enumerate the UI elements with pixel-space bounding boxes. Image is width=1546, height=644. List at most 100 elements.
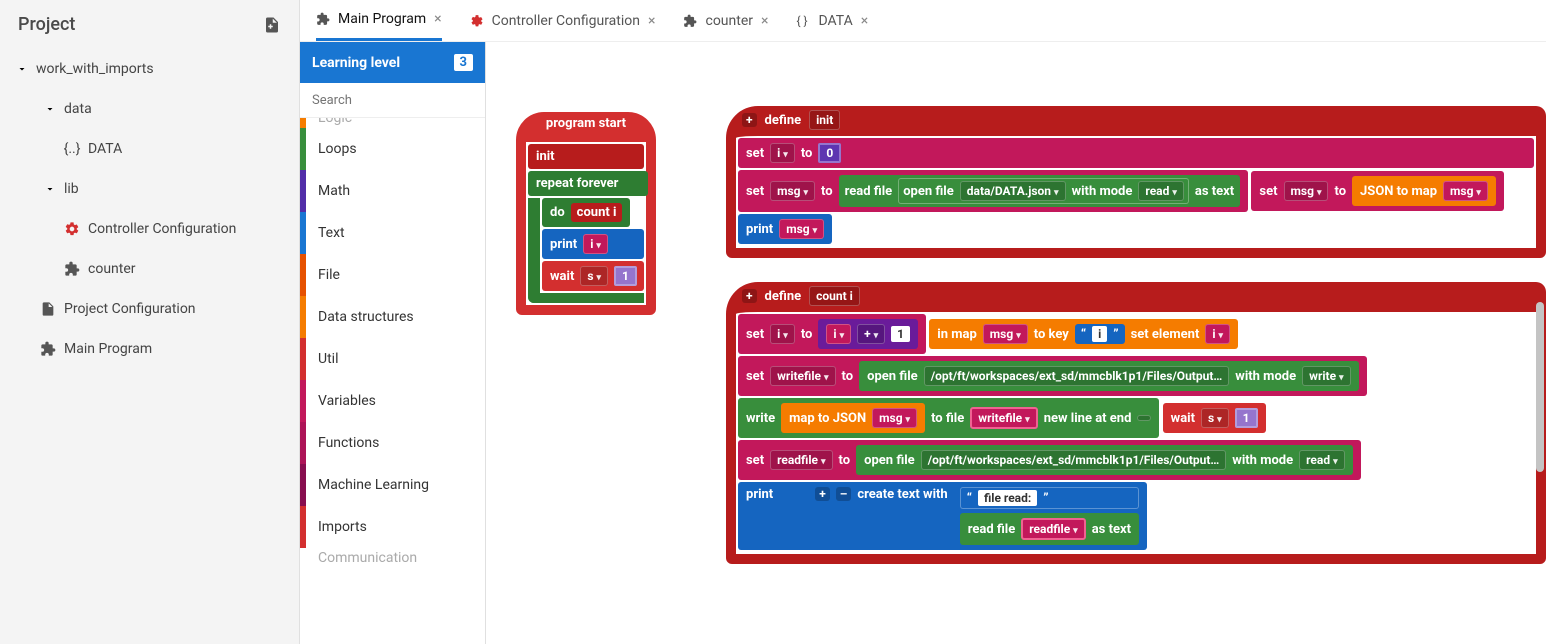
block-wait-2[interactable]: wait s ▾ 1	[1163, 403, 1266, 433]
block-print-createtext[interactable]: print + – create text with “file read:” …	[738, 482, 1147, 550]
toolbox-category-functions[interactable]: Functions	[300, 422, 485, 464]
block-wait-value[interactable]: 1	[614, 266, 637, 286]
block-open-file-write[interactable]: open file /opt/ft/workspaces/ext_sd/mmcb…	[859, 361, 1358, 391]
block-file-path-output[interactable]: /opt/ft/workspaces/ext_sd/mmcblk1p1/File…	[921, 450, 1227, 470]
block-var-msg[interactable]: msg ▾	[1443, 181, 1488, 201]
block-mode-read[interactable]: read ▾	[1138, 181, 1183, 201]
tab-counter[interactable]: counter ×	[683, 0, 768, 41]
block-print-msg[interactable]: print msg ▾	[738, 214, 832, 244]
new-file-icon[interactable]	[263, 16, 281, 34]
block-add-input-icon[interactable]: +	[815, 487, 830, 501]
block-string-i[interactable]: “i”	[1075, 324, 1125, 344]
block-wait-unit[interactable]: s ▾	[1201, 408, 1229, 428]
toolbox-category-communication[interactable]: Communication	[300, 548, 485, 568]
block-wait-value[interactable]: 1	[1235, 408, 1258, 428]
block-number-0[interactable]: 0	[818, 143, 841, 163]
block-string-literal[interactable]: “file read:”	[960, 487, 1139, 509]
tab-data[interactable]: { } DATA ×	[796, 0, 868, 41]
toolbox-category-loops[interactable]: Loops	[300, 128, 485, 170]
close-icon[interactable]: ×	[434, 11, 441, 27]
block-set-msg-jsonmap[interactable]: set msg ▾ to JSON to map msg ▾	[1251, 171, 1504, 211]
block-print-i[interactable]: print i ▾	[542, 229, 644, 259]
block-math-add[interactable]: i ▾ + ▾ 1	[818, 319, 918, 349]
toolbox-category-file[interactable]: File	[300, 254, 485, 296]
block-wait-unit[interactable]: s ▾	[580, 266, 608, 286]
block-stack-define-count[interactable]: + define count i set i ▾ to i ▾ + ▾	[726, 282, 1546, 564]
block-read-file-2[interactable]: read file readfile ▾ as text	[960, 513, 1139, 545]
block-json-to-map[interactable]: JSON to map msg ▾	[1352, 176, 1496, 206]
block-var-msg[interactable]: msg ▾	[779, 219, 824, 239]
block-var-readfile[interactable]: readfile ▾	[770, 450, 832, 470]
tree-folder-lib[interactable]: lib	[0, 169, 299, 209]
block-define-expand-icon[interactable]: +	[742, 289, 757, 303]
block-stack-program-start[interactable]: program start init repeat forever do cou…	[516, 112, 656, 315]
block-write-file[interactable]: write map to JSON msg ▾ to file writefil…	[738, 398, 1159, 438]
toolbox-category-ml[interactable]: Machine Learning	[300, 464, 485, 506]
block-var-msg[interactable]: msg ▾	[983, 324, 1028, 344]
block-in-map-set[interactable]: in map msg ▾ to key “i” set element i ▾	[929, 319, 1238, 349]
block-remove-input-icon[interactable]: –	[836, 487, 852, 501]
search-input[interactable]	[312, 93, 478, 108]
block-canvas[interactable]: program start init repeat forever do cou…	[486, 42, 1546, 644]
block-var-i[interactable]: i ▾	[770, 324, 795, 344]
block-var-msg[interactable]: msg ▾	[770, 181, 815, 201]
block-set-readfile[interactable]: set readfile ▾ to open file /opt/ft/work…	[738, 440, 1361, 480]
block-file-path[interactable]: data/DATA.json ▾	[960, 181, 1066, 201]
block-checkbox-newline[interactable]	[1137, 415, 1151, 421]
tree-item-controller-config[interactable]: Controller Configuration	[0, 209, 299, 249]
block-var-msg[interactable]: msg ▾	[872, 408, 917, 428]
tab-main-program[interactable]: Main Program ×	[316, 0, 442, 41]
tree-item-data-json[interactable]: {..} DATA	[0, 129, 299, 169]
toolbox-category-util[interactable]: Util	[300, 338, 485, 380]
close-icon[interactable]: ×	[761, 13, 768, 29]
toolbox-category-text[interactable]: Text	[300, 212, 485, 254]
toolbox-category-variables[interactable]: Variables	[300, 380, 485, 422]
close-icon[interactable]: ×	[648, 13, 655, 29]
block-define-name[interactable]: count i	[809, 286, 860, 306]
block-call-count[interactable]: count i	[571, 203, 623, 222]
block-set-i-0[interactable]: set i ▾ to 0	[738, 138, 1534, 168]
learning-level-badge: 3	[454, 54, 473, 71]
block-var-msg[interactable]: msg ▾	[1284, 181, 1329, 201]
block-define-name[interactable]: init	[809, 110, 840, 130]
block-file-path-output[interactable]: /opt/ft/workspaces/ext_sd/mmcblk1p1/File…	[924, 366, 1230, 386]
block-call-init[interactable]: init	[528, 144, 644, 169]
block-set-i-plus1[interactable]: set i ▾ to i ▾ + ▾ 1	[738, 314, 926, 354]
tree-item-counter[interactable]: counter	[0, 249, 299, 289]
toolbox-panel: Learning level 3 Logic Loops Math Text F…	[300, 42, 486, 644]
tree-root[interactable]: work_with_imports	[0, 49, 299, 89]
toolbox-category-data-structures[interactable]: Data structures	[300, 296, 485, 338]
block-var-i[interactable]: i ▾	[1205, 324, 1230, 344]
block-open-file-read2[interactable]: open file /opt/ft/workspaces/ext_sd/mmcb…	[856, 445, 1352, 475]
tree-folder-data[interactable]: data	[0, 89, 299, 129]
block-map-to-json[interactable]: map to JSON msg ▾	[781, 403, 925, 433]
close-icon[interactable]: ×	[861, 13, 868, 29]
block-var-i[interactable]: i ▾	[826, 324, 851, 344]
toolbox-category-math[interactable]: Math	[300, 170, 485, 212]
block-define-expand-icon[interactable]: +	[742, 113, 757, 127]
block-var-writefile[interactable]: writefile ▾	[770, 366, 835, 386]
block-stack-define-init[interactable]: + define init set i ▾ to 0 set	[726, 106, 1546, 258]
canvas-scrollbar[interactable]	[1536, 302, 1544, 472]
tree-item-main-program[interactable]: Main Program	[0, 329, 299, 369]
toolbox-category-logic[interactable]: Logic	[300, 118, 485, 128]
block-var-readfile[interactable]: readfile ▾	[1021, 518, 1085, 540]
tree-item-project-config[interactable]: Project Configuration	[0, 289, 299, 329]
toolbox-category-imports[interactable]: Imports	[300, 506, 485, 548]
tab-controller-config[interactable]: Controller Configuration ×	[470, 0, 656, 41]
block-number-1[interactable]: 1	[891, 326, 910, 342]
block-var-i[interactable]: i ▾	[770, 143, 795, 163]
block-op-plus[interactable]: + ▾	[857, 324, 885, 344]
toolbox-search[interactable]	[300, 83, 485, 118]
block-set-writefile[interactable]: set writefile ▾ to open file /opt/ft/wor…	[738, 356, 1367, 396]
block-read-file[interactable]: read file open file data/DATA.json ▾ wit…	[839, 175, 1241, 207]
block-mode-write[interactable]: write ▾	[1302, 366, 1350, 386]
block-mode-read[interactable]: read ▾	[1299, 450, 1344, 470]
learning-level-bar[interactable]: Learning level 3	[300, 42, 485, 83]
block-open-file-data[interactable]: open file data/DATA.json ▾ with mode rea…	[898, 178, 1189, 204]
block-repeat-forever[interactable]: repeat forever	[528, 171, 648, 196]
block-set-msg-readfile[interactable]: set msg ▾ to read file open file data/DA…	[738, 170, 1248, 212]
block-var-writefile[interactable]: writefile ▾	[970, 407, 1037, 429]
block-wait[interactable]: wait s ▾ 1	[542, 261, 644, 291]
block-var-i[interactable]: i ▾	[583, 234, 608, 254]
